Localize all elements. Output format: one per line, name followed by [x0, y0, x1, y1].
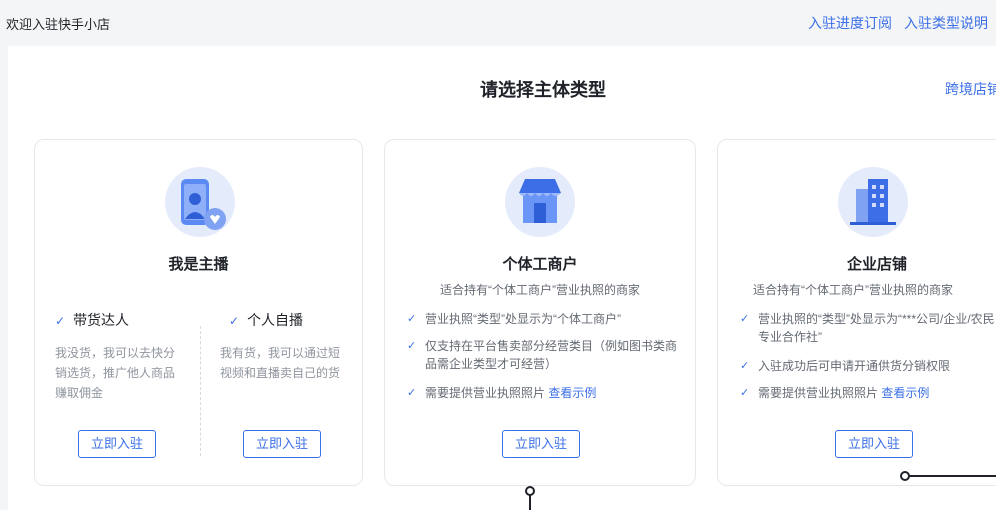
main-panel: 请选择主体类型 跨境店铺 我是主播 ✓ 带货达人 我没货，我可以去快分销选货，推广… — [8, 46, 996, 510]
entry-type-info-link[interactable]: 入驻类型说明 — [904, 15, 988, 31]
welcome-text: 欢迎入驻快手小店 — [6, 17, 111, 32]
top-bar: 欢迎入驻快手小店 入驻进度订阅 入驻类型说明 — [0, 0, 996, 44]
progress-subscribe-link[interactable]: 入驻进度订阅 — [808, 15, 892, 31]
header-links: 入驻进度订阅 入驻类型说明 — [796, 13, 988, 33]
guide-connector-lines — [525, 471, 996, 510]
